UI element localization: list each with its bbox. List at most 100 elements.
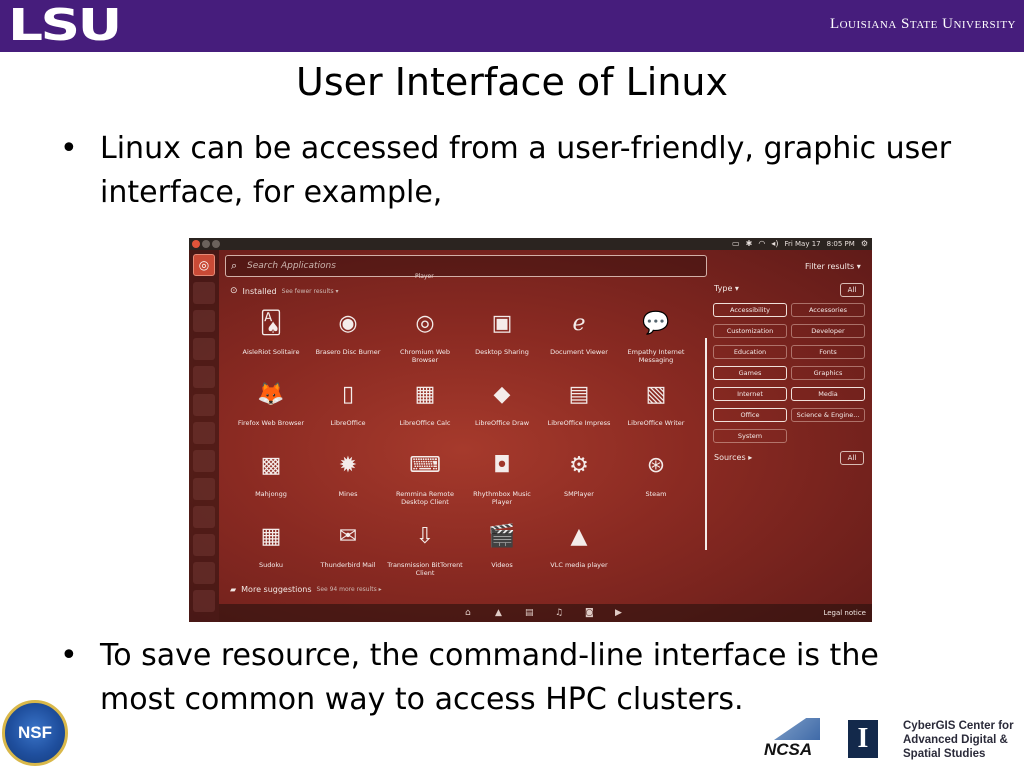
app-tile[interactable]: 🂡 AisleRiot Solitaire (233, 308, 309, 372)
music-lens-icon[interactable]: ♫ (555, 608, 563, 618)
category-filter-chip[interactable]: Office (713, 408, 787, 422)
filter-results-toggle[interactable]: Filter results ▾ (805, 262, 861, 271)
app-tile[interactable]: ◉ Brasero Disc Burner (310, 308, 386, 372)
app-tile[interactable]: ⇩ Transmission BitTorrent Client (387, 521, 463, 585)
category-filter-chip[interactable]: Games (713, 366, 787, 380)
photos-lens-icon[interactable]: ◙ (585, 608, 594, 618)
app-tile[interactable]: ▲ VLC media player (541, 521, 617, 585)
category-filter-chip[interactable]: Internet (713, 387, 787, 401)
clapper-icon: 🎬 (488, 524, 516, 549)
installed-section-header[interactable]: ⊙ Installed See fewer results ▾ (230, 286, 339, 296)
type-all-button[interactable]: All (840, 283, 864, 297)
app-tile[interactable]: ✉ Thunderbird Mail (310, 521, 386, 585)
writer-icon: ▧ (645, 382, 667, 407)
search-input[interactable]: ⌕ Search Applications (225, 255, 707, 277)
firefox-icon: 🦊 (257, 382, 285, 407)
app-tile[interactable]: ▦ LibreOffice Calc (387, 379, 463, 443)
maximize-window-button[interactable] (212, 240, 220, 248)
launcher-item-drive[interactable] (193, 562, 215, 584)
launcher-item-firefox[interactable] (193, 338, 215, 360)
app-tile[interactable]: 🎬 Videos (464, 521, 540, 585)
category-filter-chip[interactable]: Education (713, 345, 787, 359)
bluetooth-icon[interactable]: ✱ (746, 238, 753, 250)
slide-title: User Interface of Linux (296, 60, 728, 104)
search-icon: ⌕ (231, 259, 238, 272)
app-tile[interactable]: ▤ LibreOffice Impress (541, 379, 617, 443)
app-label: VLC media player (550, 561, 608, 569)
app-label: Firefox Web Browser (237, 419, 305, 427)
top-panel: ▭ ✱ ◠ ◂) Fri May 17 8:05 PM ⚙ (189, 238, 872, 250)
clock-time[interactable]: 8:05 PM (827, 240, 855, 248)
launcher-item-app[interactable] (193, 394, 215, 416)
type-filter-header[interactable]: Type ▾ (714, 284, 739, 293)
app-tile[interactable]: ◘ Rhythmbox Music Player (464, 450, 540, 514)
category-filter-chip[interactable]: Media (791, 387, 865, 401)
category-filter-chip[interactable]: Accessibility (713, 303, 787, 317)
launcher-item-app[interactable] (193, 422, 215, 444)
dash-home-button[interactable]: ◎ (193, 254, 215, 276)
launcher-item-app[interactable] (193, 506, 215, 528)
app-tile[interactable]: ◎ Chromium Web Browser (387, 308, 463, 372)
category-filter-chip[interactable]: System (713, 429, 787, 443)
results-scrollbar[interactable] (705, 338, 707, 550)
clock-date[interactable]: Fri May 17 (784, 240, 820, 248)
minimize-window-button[interactable] (202, 240, 210, 248)
close-window-button[interactable] (192, 240, 200, 248)
app-label: Steam (645, 490, 667, 498)
app-tile[interactable]: ▦ Sudoku (233, 521, 309, 585)
legal-notice-link[interactable]: Legal notice (823, 609, 866, 617)
see-fewer-link[interactable]: See fewer results ▾ (282, 288, 339, 295)
category-filter-chip[interactable]: Customization (713, 324, 787, 338)
app-tile[interactable]: ⌨ Remmina Remote Desktop Client (387, 450, 463, 514)
more-suggestions-header[interactable]: ▰ More suggestions See 94 more results ▸ (230, 585, 382, 594)
gear-icon[interactable]: ⚙ (861, 238, 868, 250)
app-label: Rhythmbox Music Player (473, 490, 531, 506)
wifi-icon[interactable]: ◠ (758, 238, 765, 250)
installed-label: Installed (242, 286, 277, 296)
remote-desktop-icon: ⌨ (409, 453, 441, 478)
app-tile[interactable]: ⊛ Steam (618, 450, 694, 514)
sources-filter-header[interactable]: Sources ▸ (714, 453, 752, 462)
app-tile[interactable]: 🦊 Firefox Web Browser (233, 379, 309, 443)
app-tile[interactable]: ⚙ SMPlayer (541, 450, 617, 514)
battery-icon[interactable]: ▭ (732, 238, 740, 250)
launcher-item-trash[interactable] (193, 590, 215, 612)
category-filter-chip[interactable]: Science & Engine... (791, 408, 865, 422)
see-more-link[interactable]: See 94 more results ▸ (317, 586, 382, 593)
launcher-item-workspaces[interactable] (193, 534, 215, 556)
launcher-item-terminal[interactable] (193, 366, 215, 388)
ubuntu-logo-icon: ◎ (198, 258, 210, 272)
launcher-item-files[interactable] (193, 282, 215, 304)
app-tile[interactable]: ◆ LibreOffice Draw (464, 379, 540, 443)
app-tile[interactable]: ▯ LibreOffice (310, 379, 386, 443)
lens-bar: ⌂ ▲ ▤ ♫ ◙ ▶ Legal notice (219, 604, 872, 622)
apps-lens-icon[interactable]: ▲ (495, 608, 502, 618)
launcher-item-app[interactable] (193, 450, 215, 472)
ncsa-logo: NCSA (762, 718, 832, 762)
category-filter-chip[interactable]: Developer (791, 324, 865, 338)
launcher-item-app[interactable] (193, 310, 215, 332)
cybergis-logo-text: CyberGIS Center for Advanced Digital & S… (903, 720, 1014, 760)
indicator-area: ▭ ✱ ◠ ◂) Fri May 17 8:05 PM ⚙ (732, 238, 868, 250)
sources-all-button[interactable]: All (840, 451, 864, 465)
launcher-item-settings[interactable] (193, 478, 215, 500)
home-lens-icon[interactable]: ⌂ (465, 608, 471, 618)
category-filter-chip[interactable]: Accessories (791, 303, 865, 317)
app-label: Desktop Sharing (475, 348, 529, 356)
app-tile[interactable]: ℯ Document Viewer (541, 308, 617, 372)
app-tile[interactable]: ✹ Mines (310, 450, 386, 514)
category-filter-chip[interactable]: Graphics (791, 366, 865, 380)
illinois-logo-text: I (857, 723, 869, 754)
category-filter-chip[interactable]: Fonts (791, 345, 865, 359)
app-tile[interactable]: ▩ Mahjongg (233, 450, 309, 514)
document-viewer-icon: ℯ (572, 311, 586, 336)
files-lens-icon[interactable]: ▤ (525, 608, 534, 618)
app-tile[interactable]: 💬 Empathy Internet Messaging (618, 308, 694, 372)
bag-icon: ▰ (230, 585, 237, 594)
app-tile[interactable]: ▧ LibreOffice Writer (618, 379, 694, 443)
volume-icon[interactable]: ◂) (771, 238, 778, 250)
draw-icon: ◆ (493, 382, 511, 407)
video-lens-icon[interactable]: ▶ (615, 608, 622, 618)
check-circle-icon: ⊙ (230, 286, 238, 296)
app-tile[interactable]: ▣ Desktop Sharing (464, 308, 540, 372)
